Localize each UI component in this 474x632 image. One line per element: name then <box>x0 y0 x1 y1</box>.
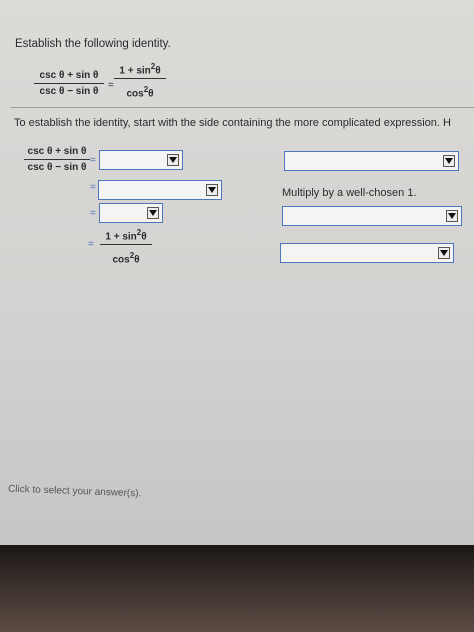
step-lhs-numerator: csc θ + sin θ <box>24 146 90 160</box>
step2-dropdown[interactable] <box>98 180 222 200</box>
identity-rhs-numerator: 1 + sin2θ <box>114 62 166 80</box>
monitor-bezel <box>0 545 474 632</box>
section-divider <box>10 107 474 108</box>
step1-left-dropdown[interactable] <box>99 150 183 170</box>
identity-lhs-denominator: csc θ − sin θ <box>39 86 99 97</box>
step4-right-dropdown[interactable] <box>280 243 454 263</box>
step1-right-dropdown[interactable] <box>284 151 459 171</box>
final-equals: = <box>88 239 94 250</box>
final-fraction: 1 + sin2θ cos2θ <box>100 228 152 266</box>
step1-equals: = <box>90 155 96 166</box>
chevron-down-icon[interactable] <box>206 184 218 196</box>
screen: Establish the following identity. csc θ … <box>0 0 474 545</box>
prompt-text: Establish the following identity. <box>15 38 171 50</box>
hint-text: Multiply by a well-chosen 1. <box>282 187 417 199</box>
identity-rhs-fraction: 1 + sin2θ cos2θ <box>114 62 166 100</box>
identity-lhs-fraction: csc θ + sin θ csc θ − sin θ <box>34 70 104 97</box>
chevron-down-icon[interactable] <box>443 155 455 167</box>
identity-rhs-denominator: cos2θ <box>126 85 154 100</box>
final-denominator: cos2θ <box>112 251 140 266</box>
chevron-down-icon[interactable] <box>446 210 458 222</box>
chevron-down-icon[interactable] <box>438 247 450 259</box>
step2-equals: = <box>90 182 96 193</box>
step-lhs-denominator: csc θ − sin θ <box>27 162 87 173</box>
instruction-text: To establish the identity, start with th… <box>14 117 451 129</box>
identity-equals: = <box>108 80 114 91</box>
step3-dropdown[interactable] <box>99 203 163 223</box>
chevron-down-icon[interactable] <box>167 154 179 166</box>
step3-equals: = <box>90 208 96 219</box>
final-numerator: 1 + sin2θ <box>100 228 152 246</box>
step-lhs-fraction: csc θ + sin θ csc θ − sin θ <box>24 146 90 173</box>
step3-right-dropdown[interactable] <box>282 206 462 226</box>
chevron-down-icon[interactable] <box>147 207 159 219</box>
identity-lhs-numerator: csc θ + sin θ <box>34 70 104 84</box>
footer-text: Click to select your answer(s). <box>7 483 142 500</box>
